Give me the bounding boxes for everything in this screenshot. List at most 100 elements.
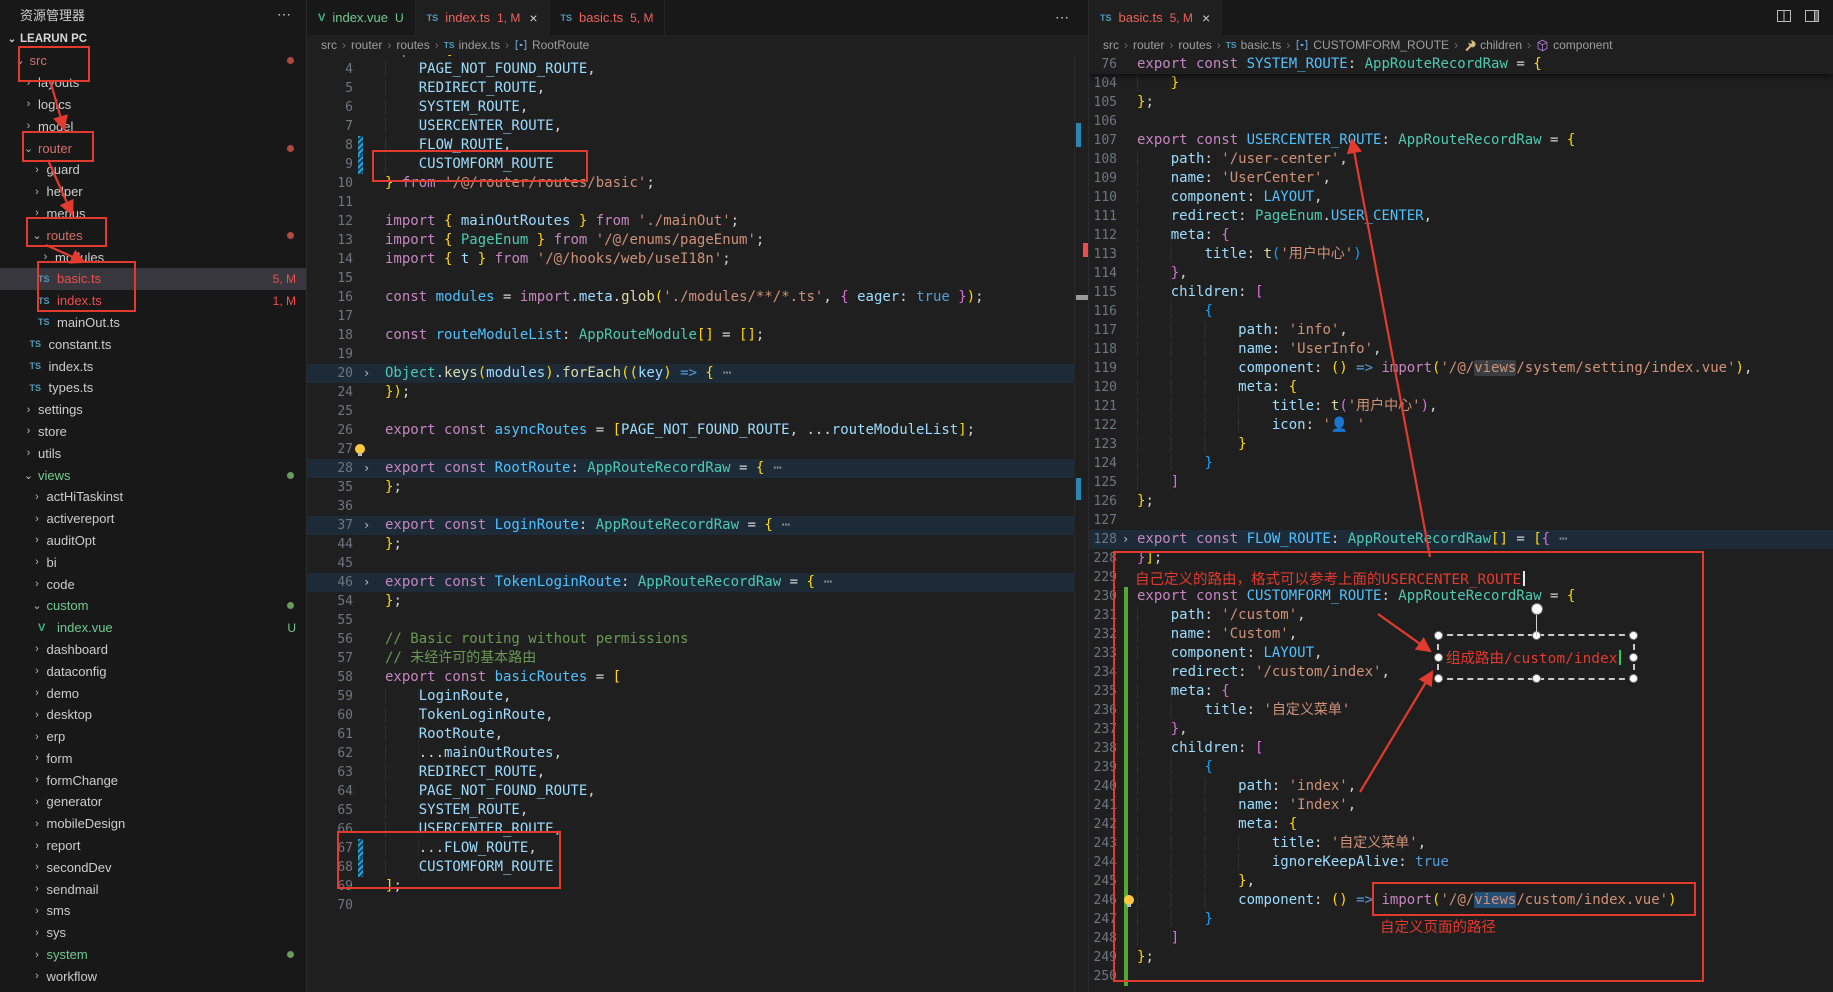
code-line-69[interactable]: 69]; (307, 877, 1088, 896)
tree-item-model[interactable]: ›model (0, 115, 306, 137)
code-line-124[interactable]: 124 } (1089, 454, 1833, 473)
tree-item-layouts[interactable]: ›layouts (0, 72, 306, 94)
code-line-35[interactable]: 35}; (307, 478, 1088, 497)
code-line-13[interactable]: 13import { PageEnum } from '/@/enums/pag… (307, 231, 1088, 250)
code-line-117[interactable]: 117 path: 'info', (1089, 321, 1833, 340)
code-line-228[interactable]: 228}]; (1089, 549, 1833, 568)
right-tab-basic-ts[interactable]: TSbasic.ts5, M× (1089, 0, 1222, 35)
code-line-67[interactable]: 67 ...FLOW_ROUTE, (307, 839, 1088, 858)
tree-item-menus[interactable]: ›menus (0, 203, 306, 225)
code-line-231[interactable]: 231 path: '/custom', (1089, 606, 1833, 625)
right-breadcrumb-item-basic-ts[interactable]: basic.ts (1241, 38, 1282, 52)
code-line-110[interactable]: 110 component: LAYOUT, (1089, 188, 1833, 207)
code-line-9[interactable]: 9 CUSTOMFORM_ROUTE (307, 155, 1088, 174)
right-breadcrumb-item-src[interactable]: src (1103, 38, 1119, 52)
code-line-105[interactable]: 105}; (1089, 93, 1833, 112)
tree-item-dashboard[interactable]: ›dashboard (0, 639, 306, 661)
tree-item-system[interactable]: ›system (0, 944, 306, 966)
code-line-113[interactable]: 113 title: t('用户中心') (1089, 245, 1833, 264)
code-line-248[interactable]: 248 ] (1089, 929, 1833, 948)
code-line-128[interactable]: 128›export const FLOW_ROUTE: AppRouteRec… (1089, 530, 1833, 549)
tree-item-seconddev[interactable]: ›secondDev (0, 856, 306, 878)
code-line-62[interactable]: 62 ...mainOutRoutes, (307, 744, 1088, 763)
tree-item-generator[interactable]: ›generator (0, 791, 306, 813)
code-line-123[interactable]: 123 } (1089, 435, 1833, 454)
lightbulb-icon[interactable] (1124, 895, 1134, 905)
layout-icon[interactable] (1804, 8, 1820, 27)
fold-chevron-icon[interactable]: › (363, 459, 370, 478)
tree-item-code[interactable]: ›code (0, 573, 306, 595)
code-line-5[interactable]: 5 REDIRECT_ROUTE, (307, 79, 1088, 98)
tree-item-workflow[interactable]: ›workflow (0, 965, 306, 987)
code-line-245[interactable]: 245 }, (1089, 872, 1833, 891)
code-line-104[interactable]: 104 } (1089, 74, 1833, 93)
folded-code-ellipsis[interactable]: ⋯ (1559, 531, 1568, 547)
code-line-118[interactable]: 118 name: 'UserInfo', (1089, 340, 1833, 359)
middle-tab-basic-ts[interactable]: TSbasic.ts5, M (550, 0, 666, 35)
code-line-240[interactable]: 240 path: 'index', (1089, 777, 1833, 796)
tree-item-index-ts[interactable]: TSindex.ts1, M (0, 290, 306, 312)
code-line-107[interactable]: 107export const USERCENTER_ROUTE: AppRou… (1089, 131, 1833, 150)
code-line-111[interactable]: 111 redirect: PageEnum.USER_CENTER, (1089, 207, 1833, 226)
tree-item-mainout-ts[interactable]: TSmainOut.ts (0, 312, 306, 334)
middle-code-editor[interactable]: 3import {4 PAGE_NOT_FOUND_ROUTE,5 REDIRE… (307, 55, 1088, 992)
code-line-65[interactable]: 65 SYSTEM_ROUTE, (307, 801, 1088, 820)
tree-item-acthitaskinst[interactable]: ›actHiTaskinst (0, 486, 306, 508)
folded-code-ellipsis[interactable]: ⋯ (773, 460, 782, 476)
code-line-119[interactable]: 119 component: () => import('/@/views/sy… (1089, 359, 1833, 378)
right-breadcrumb-item-children[interactable]: children (1480, 38, 1522, 52)
right-breadcrumb-item-component[interactable]: component (1553, 38, 1612, 52)
code-line-55[interactable]: 55 (307, 611, 1088, 630)
code-line-112[interactable]: 112 meta: { (1089, 226, 1833, 245)
tree-item-routes[interactable]: ⌄routes (0, 224, 306, 246)
code-line-19[interactable]: 19 (307, 345, 1088, 364)
code-line-236[interactable]: 236 title: '自定义菜单' (1089, 701, 1833, 720)
code-line-241[interactable]: 241 name: 'Index', (1089, 796, 1833, 815)
tree-item-basic-ts[interactable]: TSbasic.ts5, M (0, 268, 306, 290)
code-line-237[interactable]: 237 }, (1089, 720, 1833, 739)
code-line-120[interactable]: 120 meta: { (1089, 378, 1833, 397)
code-line-125[interactable]: 125 ] (1089, 473, 1833, 492)
code-line-121[interactable]: 121 title: t('用户中心'), (1089, 397, 1833, 416)
code-line-63[interactable]: 63 REDIRECT_ROUTE, (307, 763, 1088, 782)
code-line-11[interactable]: 11 (307, 193, 1088, 212)
tree-item-custom[interactable]: ⌄custom (0, 595, 306, 617)
tree-item-formchange[interactable]: ›formChange (0, 769, 306, 791)
code-line-4[interactable]: 4 PAGE_NOT_FOUND_ROUTE, (307, 60, 1088, 79)
tree-item-sms[interactable]: ›sms (0, 900, 306, 922)
folded-code-ellipsis[interactable]: ⋯ (824, 574, 833, 590)
tree-item-index-vue[interactable]: Vindex.vueU (0, 617, 306, 639)
tree-item-dataconfig[interactable]: ›dataconfig (0, 660, 306, 682)
code-line-57[interactable]: 57// 未经许可的基本路由 (307, 649, 1088, 668)
tree-item-types-ts[interactable]: TStypes.ts (0, 377, 306, 399)
fold-chevron-icon[interactable]: › (363, 364, 370, 383)
code-line-250[interactable]: 250 (1089, 967, 1833, 986)
middle-breadcrumb-item-src[interactable]: src (321, 38, 337, 52)
tree-item-report[interactable]: ›report (0, 835, 306, 857)
explorer-section-header[interactable]: ⌄ LEARUN PC (0, 28, 306, 50)
tree-item-constant-ts[interactable]: TSconstant.ts (0, 333, 306, 355)
right-breadcrumb-item-routes[interactable]: routes (1178, 38, 1211, 52)
code-line-37[interactable]: 37›export const LoginRoute: AppRouteReco… (307, 516, 1088, 535)
code-line-238[interactable]: 238 children: [ (1089, 739, 1833, 758)
right-breadcrumb-item-customform-route[interactable]: CUSTOMFORM_ROUTE (1313, 38, 1449, 52)
code-line-64[interactable]: 64 PAGE_NOT_FOUND_ROUTE, (307, 782, 1088, 801)
code-line-109[interactable]: 109 name: 'UserCenter', (1089, 169, 1833, 188)
code-line-20[interactable]: 20›Object.keys(modules).forEach((key) =>… (307, 364, 1088, 383)
tree-item-settings[interactable]: ›settings (0, 399, 306, 421)
code-line-234[interactable]: 234 redirect: '/custom/index', (1089, 663, 1833, 682)
code-line-233[interactable]: 233 component: LAYOUT, (1089, 644, 1833, 663)
code-line-230[interactable]: 230export const CUSTOMFORM_ROUTE: AppRou… (1089, 587, 1833, 606)
code-line-61[interactable]: 61 RootRoute, (307, 725, 1088, 744)
fold-chevron-icon[interactable]: › (363, 516, 370, 535)
code-line-14[interactable]: 14import { t } from '/@/hooks/web/useI18… (307, 250, 1088, 269)
middle-breadcrumb-item-router[interactable]: router (351, 38, 382, 52)
code-line-60[interactable]: 60 TokenLoginRoute, (307, 706, 1088, 725)
tree-item-views[interactable]: ⌄views (0, 464, 306, 486)
fold-chevron-icon[interactable]: › (363, 573, 370, 592)
middle-breadcrumb-item-rootroute[interactable]: RootRoute (532, 38, 589, 52)
split-editor-icon[interactable] (1776, 8, 1792, 27)
code-line-127[interactable]: 127 (1089, 511, 1833, 530)
code-line-235[interactable]: 235 meta: { (1089, 682, 1833, 701)
middle-breadcrumb-item-routes[interactable]: routes (396, 38, 429, 52)
